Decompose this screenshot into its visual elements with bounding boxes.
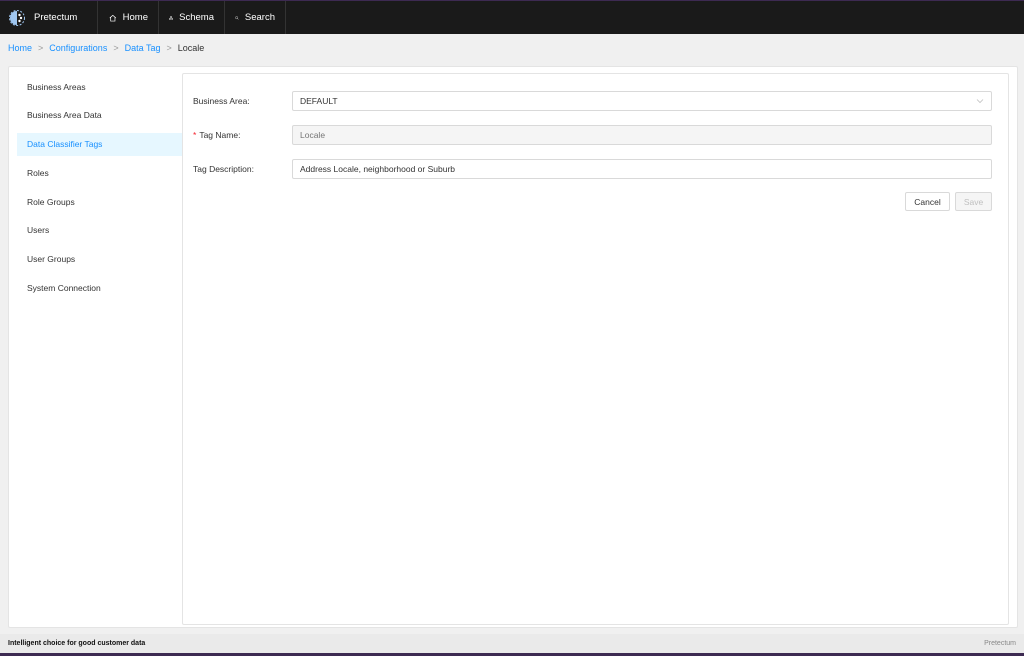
breadcrumb-separator: > (38, 43, 44, 53)
save-button[interactable]: Save (955, 192, 992, 211)
footer-copyright: Pretectum (984, 640, 1016, 647)
top-navigation-bar: Pretectum Home Schema Search (0, 0, 1024, 34)
sidebar-item-label: Users (27, 225, 50, 236)
sidebar-item-user-groups[interactable]: User Groups (17, 248, 182, 271)
sidebar-item-roles[interactable]: Roles (17, 161, 182, 184)
breadcrumb-home[interactable]: Home (8, 43, 32, 53)
nav-schema-label: Schema (179, 12, 214, 23)
tag-name-row: * Tag Name: (193, 125, 992, 145)
business-area-label: Business Area: (193, 96, 250, 106)
sidebar-item-users[interactable]: Users (17, 219, 182, 242)
breadcrumb-separator: > (166, 43, 172, 53)
cancel-button[interactable]: Cancel (905, 192, 950, 211)
sidebar-item-label: Role Groups (27, 196, 75, 207)
sidebar-item-data-classifier-tags[interactable]: Data Classifier Tags (17, 132, 182, 156)
nav-search-label: Search (244, 12, 275, 23)
sidebar-item-business-area-data[interactable]: Business Area Data (17, 104, 182, 127)
chevron-down-icon (976, 99, 984, 104)
search-icon (235, 15, 239, 20)
sidebar-item-role-groups[interactable]: Role Groups (17, 190, 182, 213)
tag-form-panel: Business Area: DEFAULT *Tag Name: Tag De… (182, 73, 1009, 625)
schema-icon (169, 15, 174, 20)
breadcrumb-current: Locale (177, 43, 205, 53)
tag-description-input[interactable] (292, 159, 992, 179)
business-area-value: DEFAULT (300, 96, 338, 106)
sidebar-item-system-connection[interactable]: System Connection (17, 277, 182, 300)
sidebar-item-label: Roles (27, 167, 49, 178)
tag-description-label: Tag Description: (193, 164, 254, 174)
breadcrumb: Home > Configurations > Data Tag > Local… (8, 43, 204, 53)
breadcrumb-configurations[interactable]: Configurations (49, 43, 107, 53)
tag-name-label: * Tag Name: (193, 130, 241, 140)
pretectum-logo-icon (9, 9, 25, 26)
footer: Intelligent choice for good customer dat… (0, 634, 1024, 656)
business-area-select[interactable]: DEFAULT (292, 91, 992, 111)
breadcrumb-separator: > (113, 43, 119, 53)
home-icon (109, 14, 117, 21)
sidebar-item-label: Business Area Data (27, 110, 102, 121)
brand[interactable]: Pretectum (0, 1, 98, 34)
required-mark: * (193, 130, 197, 140)
business-area-row: Business Area: DEFAULT (193, 91, 992, 111)
sidebar-item-label: System Connection (27, 283, 101, 294)
tag-description-row: Tag Description: (193, 159, 992, 179)
main-panel: Business Areas Business Area Data Data C… (8, 66, 1018, 628)
tag-name-input[interactable] (292, 125, 992, 145)
sidebar-item-business-areas[interactable]: Business Areas (17, 75, 182, 98)
settings-sidebar: Business Areas Business Area Data Data C… (17, 75, 182, 305)
nav-search[interactable]: Search (225, 1, 286, 34)
nav-home-label: Home (122, 12, 148, 23)
sidebar-item-label: Data Classifier Tags (27, 139, 103, 150)
brand-name: Pretectum (34, 12, 78, 23)
sidebar-item-label: Business Areas (27, 81, 86, 92)
nav-home[interactable]: Home (98, 1, 159, 34)
nav-schema[interactable]: Schema (159, 1, 225, 34)
footer-tagline: Intelligent choice for good customer dat… (8, 640, 146, 647)
sidebar-item-label: User Groups (27, 254, 76, 265)
breadcrumb-data-tag[interactable]: Data Tag (125, 43, 161, 53)
